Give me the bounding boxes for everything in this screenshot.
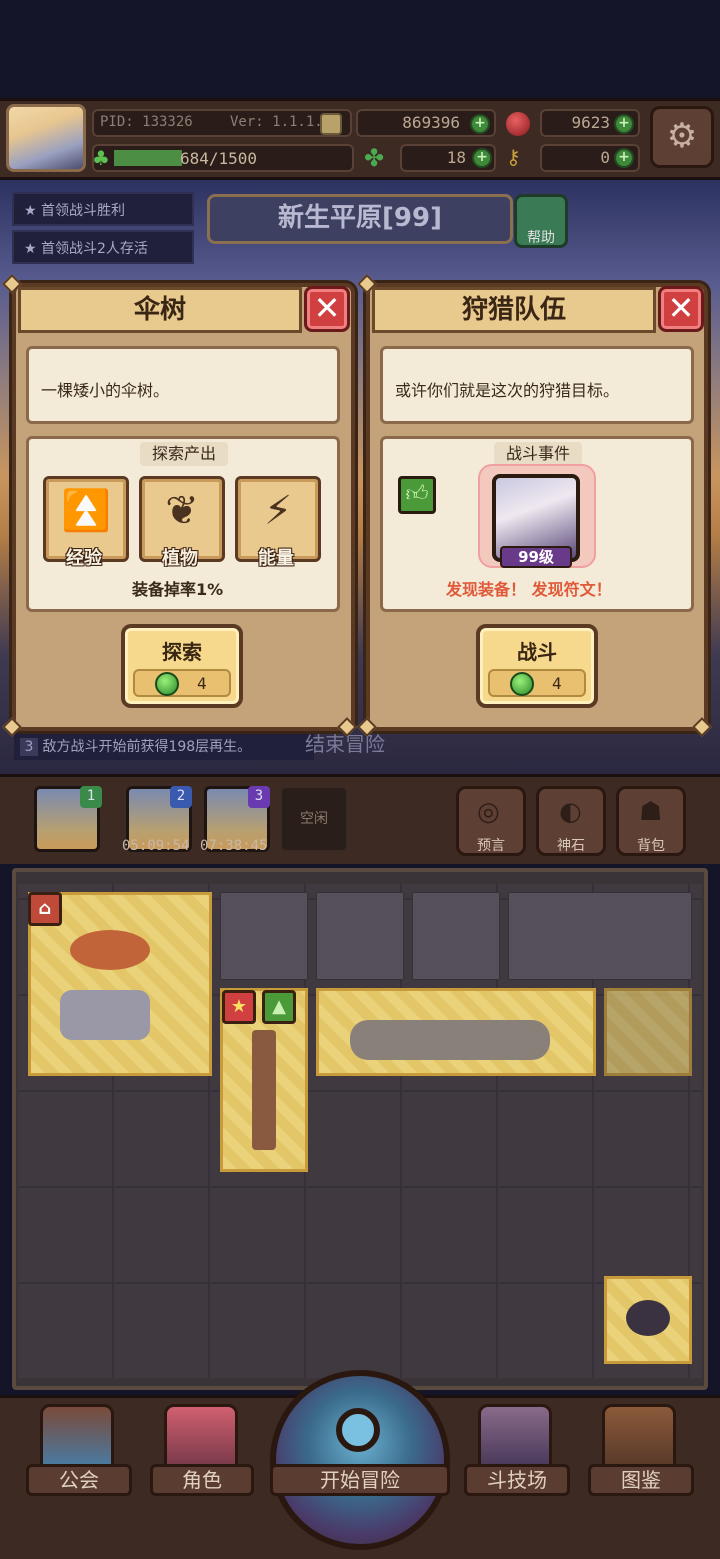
shop-icon: ⌂ (28, 892, 62, 926)
help-button[interactable]: 帮助 (514, 194, 568, 248)
rune-stone-icon: ◐ (559, 797, 582, 827)
add-key-button[interactable]: + (614, 148, 634, 168)
key-icon: ⚷ (506, 145, 521, 169)
rune-stone-button[interactable]: ◐ 神石 (536, 786, 606, 856)
key-amount: 0 (600, 148, 610, 167)
resource-label: 能量 (258, 548, 294, 569)
start-adventure-button[interactable]: 开始冒险 (270, 1464, 450, 1496)
cost-pill: 4 (488, 669, 586, 697)
thumbs-up-icon: 👍︎ (398, 476, 436, 514)
grid-cell[interactable] (220, 892, 308, 980)
settings-gear-icon[interactable]: ⚙ (650, 106, 714, 168)
energy-bar-fill (114, 150, 182, 166)
description-box: 或许你们就是这次的狩猎目标。 (380, 346, 694, 424)
crossed-swords-icon (478, 1404, 552, 1468)
character-icon (164, 1404, 238, 1468)
quest-label: 首领战斗2人存活 (41, 241, 148, 257)
explore-button[interactable]: 探索 4 (121, 624, 243, 708)
backpack-button[interactable]: ☗ 背包 (616, 786, 686, 856)
rune-stone-label: 神石 (557, 838, 585, 854)
section-title: 战斗事件 (494, 442, 582, 466)
backpack-icon: ☗ (639, 797, 663, 827)
red-gem-icon (506, 112, 530, 136)
add-gold-button[interactable]: + (470, 114, 490, 134)
regen-index: 3 (20, 738, 38, 756)
fight-label: 战斗 (517, 640, 557, 664)
description-box: 一棵矮小的伞树。 (26, 346, 340, 424)
four-leaf-clover-icon: ✤ (364, 144, 385, 172)
guild-button[interactable]: 公会 (26, 1464, 132, 1496)
help-label: 帮助 (527, 230, 555, 246)
regen-note: 敌方战斗开始前获得198层再生。 (42, 739, 252, 755)
quest-label: 首领战斗胜利 (41, 203, 126, 219)
clover-icon: ♣ (92, 146, 110, 170)
start-adventure-dial[interactable] (270, 1370, 450, 1550)
resource-label: 植物 (162, 548, 198, 569)
slot-timer: 07:38:45 (200, 838, 268, 854)
resource-label: 经验 (66, 548, 102, 569)
codex-button[interactable]: 图鉴 (588, 1464, 694, 1496)
arena-button[interactable]: 斗技场 (464, 1464, 570, 1496)
cost-value: 4 (552, 674, 562, 693)
close-icon[interactable]: ✕ (658, 286, 704, 332)
tree-trunk (252, 1030, 276, 1150)
section-title: 探索产出 (140, 442, 228, 466)
add-clover-button[interactable]: + (472, 148, 492, 168)
slot-number: 1 (80, 786, 102, 808)
slot-number: 3 (248, 786, 270, 808)
player-avatar[interactable] (6, 104, 86, 172)
thumbs-up-icon: ▲ (262, 990, 296, 1024)
version-label: Ver: 1.1.1.3 (230, 114, 332, 130)
tree-canopy (70, 930, 150, 970)
star-icon: ★ (222, 990, 256, 1024)
grid-cell[interactable] (604, 988, 692, 1076)
slot-timer: 05:09:54 (122, 838, 190, 854)
slot-number: 2 (170, 786, 192, 808)
explore-label: 探索 (162, 640, 202, 664)
grid-cell[interactable] (508, 892, 692, 980)
player-id: PID: 133326 (100, 114, 193, 130)
status-bar-area (0, 0, 720, 98)
gold-coin-icon (320, 113, 342, 135)
fight-button[interactable]: 战斗 4 (476, 624, 598, 708)
green-gem-icon (155, 672, 179, 696)
panel-title: 狩猎队伍 (372, 287, 656, 333)
magnifier-icon (336, 1408, 380, 1452)
gold-amount: 869396 (402, 113, 460, 132)
green-gem-icon (510, 672, 534, 696)
close-icon[interactable]: ✕ (304, 286, 350, 332)
rock-pile (350, 1020, 550, 1060)
cost-pill: 4 (133, 669, 231, 697)
quest-item: ★ 首领战斗2人存活 (12, 230, 194, 264)
cost-value: 4 (197, 674, 207, 693)
nest-icon (626, 1300, 670, 1336)
add-gem-button[interactable]: + (614, 114, 634, 134)
panel-title: 伞树 (18, 287, 302, 333)
gem-amount: 9623 (571, 113, 610, 132)
guild-building-icon (40, 1404, 114, 1468)
grid-cell[interactable] (316, 892, 404, 980)
energy-amount: 684/1500 (180, 149, 258, 168)
rock (60, 990, 150, 1040)
enemy-level: 99级 (500, 546, 572, 568)
party-slot-bar (0, 774, 720, 864)
discovery-text: 发现装备！ 发现符文！ (446, 580, 612, 599)
codex-book-icon (602, 1404, 676, 1468)
backpack-label: 背包 (637, 838, 665, 854)
location-banner: 新生平原[99] (207, 194, 513, 244)
clover-amount: 18 (446, 148, 466, 167)
quest-item: ★ 首领战斗胜利 (12, 192, 194, 226)
prophecy-button[interactable]: ◎ 预言 (456, 786, 526, 856)
grid-cell[interactable] (412, 892, 500, 980)
crystal-ball-icon: ◎ (477, 797, 500, 827)
character-button[interactable]: 角色 (150, 1464, 254, 1496)
regen-note-row: 3 敌方战斗开始前获得198层再生。 (14, 732, 314, 760)
idle-slot[interactable]: 空闲 (280, 786, 348, 852)
prophecy-label: 预言 (477, 838, 505, 854)
drop-rate-label: 装备掉率1% (132, 580, 224, 599)
